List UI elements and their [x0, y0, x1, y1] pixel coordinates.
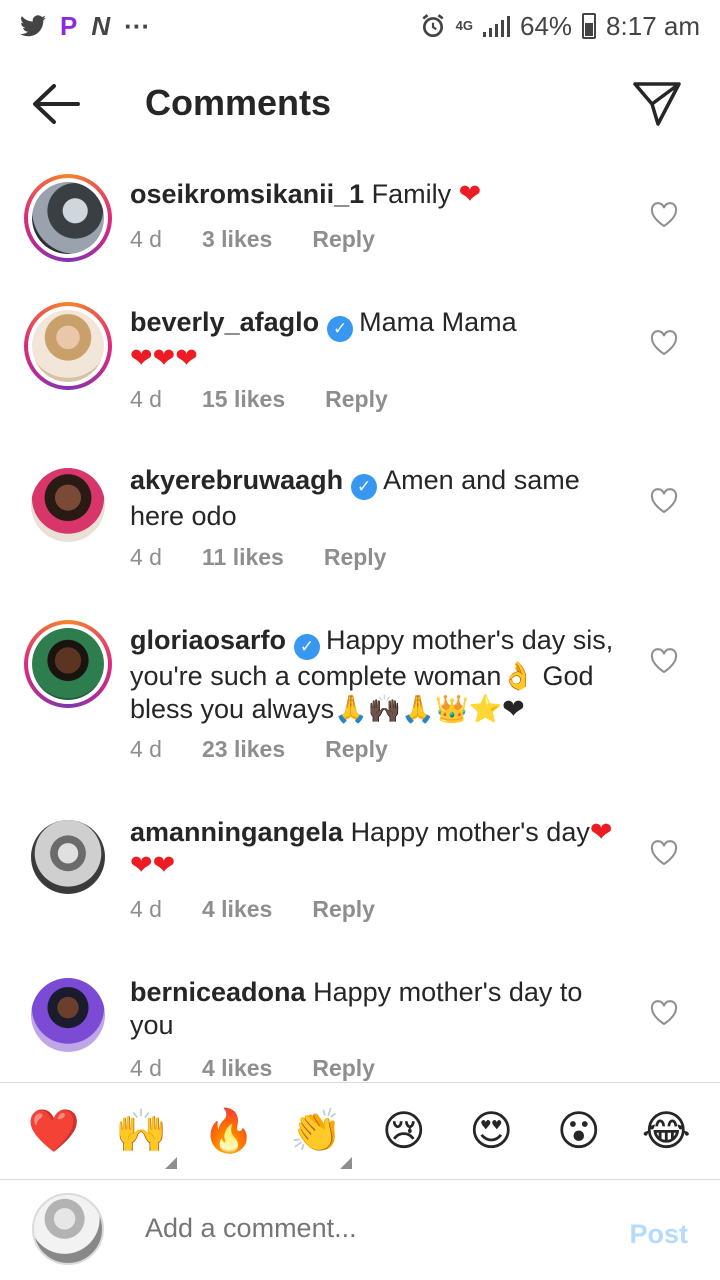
reply-button[interactable]: Reply — [312, 226, 375, 253]
comment-likes[interactable]: 15 likes — [202, 386, 285, 413]
current-user-avatar — [32, 1193, 104, 1265]
raising-hands-emoji: 🙌 — [115, 1107, 168, 1154]
avatar[interactable] — [31, 820, 105, 894]
comment-text: Family — [371, 179, 452, 209]
page-title: Comments — [145, 82, 332, 123]
comment-text: Mama Mama — [359, 307, 517, 337]
reply-button[interactable]: Reply — [324, 544, 387, 571]
avatar[interactable] — [31, 468, 105, 542]
skin-tone-indicator-icon — [340, 1157, 353, 1169]
comments-header: Comments — [0, 60, 720, 150]
comment-text: Happy mother's day — [350, 817, 590, 847]
comment-age: 4 d — [130, 1055, 162, 1081]
avatar[interactable] — [24, 620, 112, 708]
comment-likes[interactable]: 3 likes — [202, 226, 272, 253]
raising-hands-reaction[interactable]: 🙌 — [111, 1107, 178, 1169]
add-comment-input[interactable] — [145, 1213, 585, 1244]
comment-age: 4 d — [130, 226, 162, 252]
red-heart-reaction[interactable]: ❤️ — [24, 1107, 84, 1155]
laughing-face-reaction[interactable]: 😂 — [636, 1107, 696, 1155]
reply-button[interactable]: Reply — [325, 736, 388, 763]
comment-age: 4 d — [130, 544, 162, 570]
notification-icons: P N ··· — [20, 11, 150, 42]
comment-composer: Post — [0, 1181, 720, 1280]
comment-age: 4 d — [130, 896, 162, 922]
like-heart-icon[interactable] — [650, 330, 678, 356]
avatar[interactable] — [24, 174, 112, 262]
reply-button[interactable]: Reply — [312, 896, 375, 923]
network-type: 4G — [455, 18, 473, 33]
verified-badge-icon: ✓ — [327, 316, 354, 342]
reply-button[interactable]: Reply — [312, 1055, 375, 1082]
clock: 8:17 am — [606, 10, 700, 41]
skin-tone-indicator-icon — [165, 1157, 178, 1169]
reply-button[interactable]: Reply — [325, 386, 388, 413]
like-heart-icon[interactable] — [650, 648, 678, 674]
heart-eyes-reaction[interactable]: 😍 — [461, 1107, 521, 1155]
comment-username[interactable]: amanningangela — [130, 817, 343, 847]
twitter-icon — [20, 15, 46, 37]
verified-badge-icon: ✓ — [351, 474, 378, 500]
heart-emoji: ❤❤❤ — [130, 343, 198, 373]
comment-username[interactable]: beverly_afaglo — [130, 307, 319, 337]
signal-icon — [483, 15, 510, 37]
clapping-hands-emoji: 👏 — [290, 1107, 343, 1154]
comment-username[interactable]: gloriaosarfo — [130, 625, 286, 655]
fire-reaction[interactable]: 🔥 — [199, 1107, 259, 1155]
alarm-icon — [422, 14, 444, 38]
battery-percent: 64% — [520, 10, 573, 41]
comment-likes[interactable]: 4 likes — [202, 896, 272, 923]
share-direct-icon[interactable] — [632, 80, 682, 128]
surprised-face-reaction[interactable]: 😮 — [549, 1107, 609, 1155]
post-button[interactable]: Post — [629, 1219, 688, 1250]
like-heart-icon[interactable] — [650, 840, 678, 866]
comment-username[interactable]: akyerebruwaagh — [130, 465, 343, 495]
status-bar: P N ··· 4G 64% 8:17 am — [0, 0, 720, 52]
like-heart-icon[interactable] — [650, 202, 678, 228]
like-heart-icon[interactable] — [650, 1000, 678, 1026]
battery-icon — [582, 13, 597, 39]
n-app-icon: N — [91, 10, 111, 41]
comment-likes[interactable]: 11 likes — [202, 544, 284, 571]
verified-badge-icon: ✓ — [294, 634, 321, 660]
more-notifications-icon: ··· — [124, 10, 151, 41]
heart-emoji: ❤ — [458, 179, 482, 209]
back-arrow-icon[interactable] — [30, 82, 82, 126]
comment-username[interactable]: oseikromsikanii_1 — [130, 179, 364, 209]
comment-likes[interactable]: 4 likes — [202, 1055, 272, 1082]
comment-age: 4 d — [130, 386, 162, 412]
quick-reactions-bar: ❤️ 🙌 🔥 👏 😢 😍 😮 😂 — [0, 1082, 720, 1180]
p-app-icon: P — [60, 10, 78, 41]
comment-age: 4 d — [130, 736, 162, 762]
crying-face-reaction[interactable]: 😢 — [374, 1107, 434, 1155]
avatar[interactable] — [31, 978, 105, 1052]
like-heart-icon[interactable] — [650, 488, 678, 514]
comment-likes[interactable]: 23 likes — [202, 736, 285, 763]
comment-username[interactable]: berniceadona — [130, 977, 306, 1007]
clapping-hands-reaction[interactable]: 👏 — [286, 1107, 353, 1169]
avatar[interactable] — [24, 302, 112, 390]
